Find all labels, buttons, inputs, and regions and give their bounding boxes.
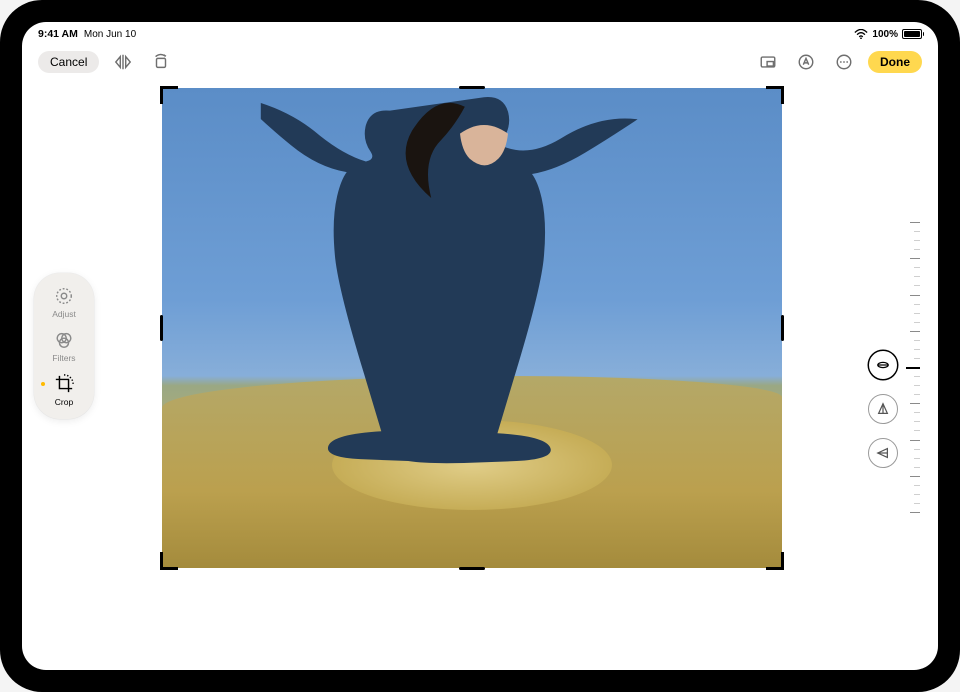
- slider-tick: [910, 512, 920, 513]
- slider-tick: [914, 349, 920, 350]
- slider-tick: [914, 385, 920, 386]
- slider-tick: [906, 367, 920, 369]
- slider-tick: [914, 449, 920, 450]
- status-right: 100%: [854, 29, 922, 40]
- screen: 9:41 AM Mon Jun 10 100% Cancel: [22, 22, 938, 670]
- aspect-ratio-icon[interactable]: [754, 48, 782, 76]
- status-bar: 9:41 AM Mon Jun 10 100%: [22, 22, 938, 42]
- slider-tick: [914, 421, 920, 422]
- ipad-frame: 9:41 AM Mon Jun 10 100% Cancel: [0, 0, 960, 692]
- slider-tick: [910, 476, 920, 477]
- battery-percent: 100%: [872, 29, 898, 40]
- wifi-icon: [854, 29, 868, 39]
- date: Mon Jun 10: [84, 29, 136, 40]
- clock: 9:41 AM: [38, 28, 78, 40]
- slider-tick: [914, 267, 920, 268]
- tool-crop[interactable]: Crop: [34, 373, 94, 407]
- crop-icon: [53, 373, 75, 395]
- cancel-button[interactable]: Cancel: [38, 51, 99, 73]
- slider-tick: [910, 295, 920, 296]
- markup-icon[interactable]: [792, 48, 820, 76]
- slider-tick: [914, 285, 920, 286]
- tool-crop-label: Crop: [55, 397, 73, 407]
- slider-tick: [914, 249, 920, 250]
- slider-tick: [914, 322, 920, 323]
- rotation-slider: [868, 222, 920, 512]
- done-button[interactable]: Done: [868, 51, 922, 73]
- rotate-icon[interactable]: [147, 48, 175, 76]
- battery-icon: [902, 29, 922, 39]
- photo-canvas[interactable]: [162, 88, 782, 568]
- slider-tick: [914, 503, 920, 504]
- toolbar-left: Cancel: [38, 48, 175, 76]
- tool-adjust-label: Adjust: [52, 309, 76, 319]
- slider-tick: [914, 467, 920, 468]
- toolbar-right: Done: [754, 48, 922, 76]
- slider-tick: [914, 412, 920, 413]
- slider-tick: [914, 240, 920, 241]
- tool-adjust[interactable]: Adjust: [34, 285, 94, 319]
- slider-tick: [914, 231, 920, 232]
- horizontal-perspective-button[interactable]: [868, 438, 898, 468]
- slider-tick: [914, 430, 920, 431]
- filters-icon: [53, 329, 75, 351]
- slider-tick: [910, 403, 920, 404]
- adjust-icon: [53, 285, 75, 307]
- slider-tick: [914, 304, 920, 305]
- slider-tick: [914, 376, 920, 377]
- status-left: 9:41 AM Mon Jun 10: [38, 28, 136, 40]
- slider-tick: [910, 331, 920, 332]
- slider-tick: [914, 494, 920, 495]
- photo-placeholder: [162, 88, 782, 568]
- more-icon[interactable]: [830, 48, 858, 76]
- slider-tick: [914, 358, 920, 359]
- vertical-perspective-button[interactable]: [868, 394, 898, 424]
- tool-filters[interactable]: Filters: [34, 329, 94, 363]
- slider-tick: [914, 458, 920, 459]
- editor-toolbar: Cancel Done: [22, 42, 938, 82]
- edit-mode-pill: Adjust Filters Crop: [34, 273, 94, 419]
- slider-tick: [914, 340, 920, 341]
- slider-tick: [914, 313, 920, 314]
- tool-filters-label: Filters: [52, 353, 75, 363]
- slider-tick: [914, 276, 920, 277]
- slider-tick: [914, 394, 920, 395]
- slider-scale[interactable]: [912, 222, 920, 512]
- slider-tick: [910, 258, 920, 259]
- crop-region[interactable]: [162, 88, 782, 568]
- straighten-button[interactable]: [868, 350, 898, 380]
- slider-tick: [910, 440, 920, 441]
- slider-tick: [914, 485, 920, 486]
- flip-horizontal-icon[interactable]: [109, 48, 137, 76]
- slider-tick: [910, 222, 920, 223]
